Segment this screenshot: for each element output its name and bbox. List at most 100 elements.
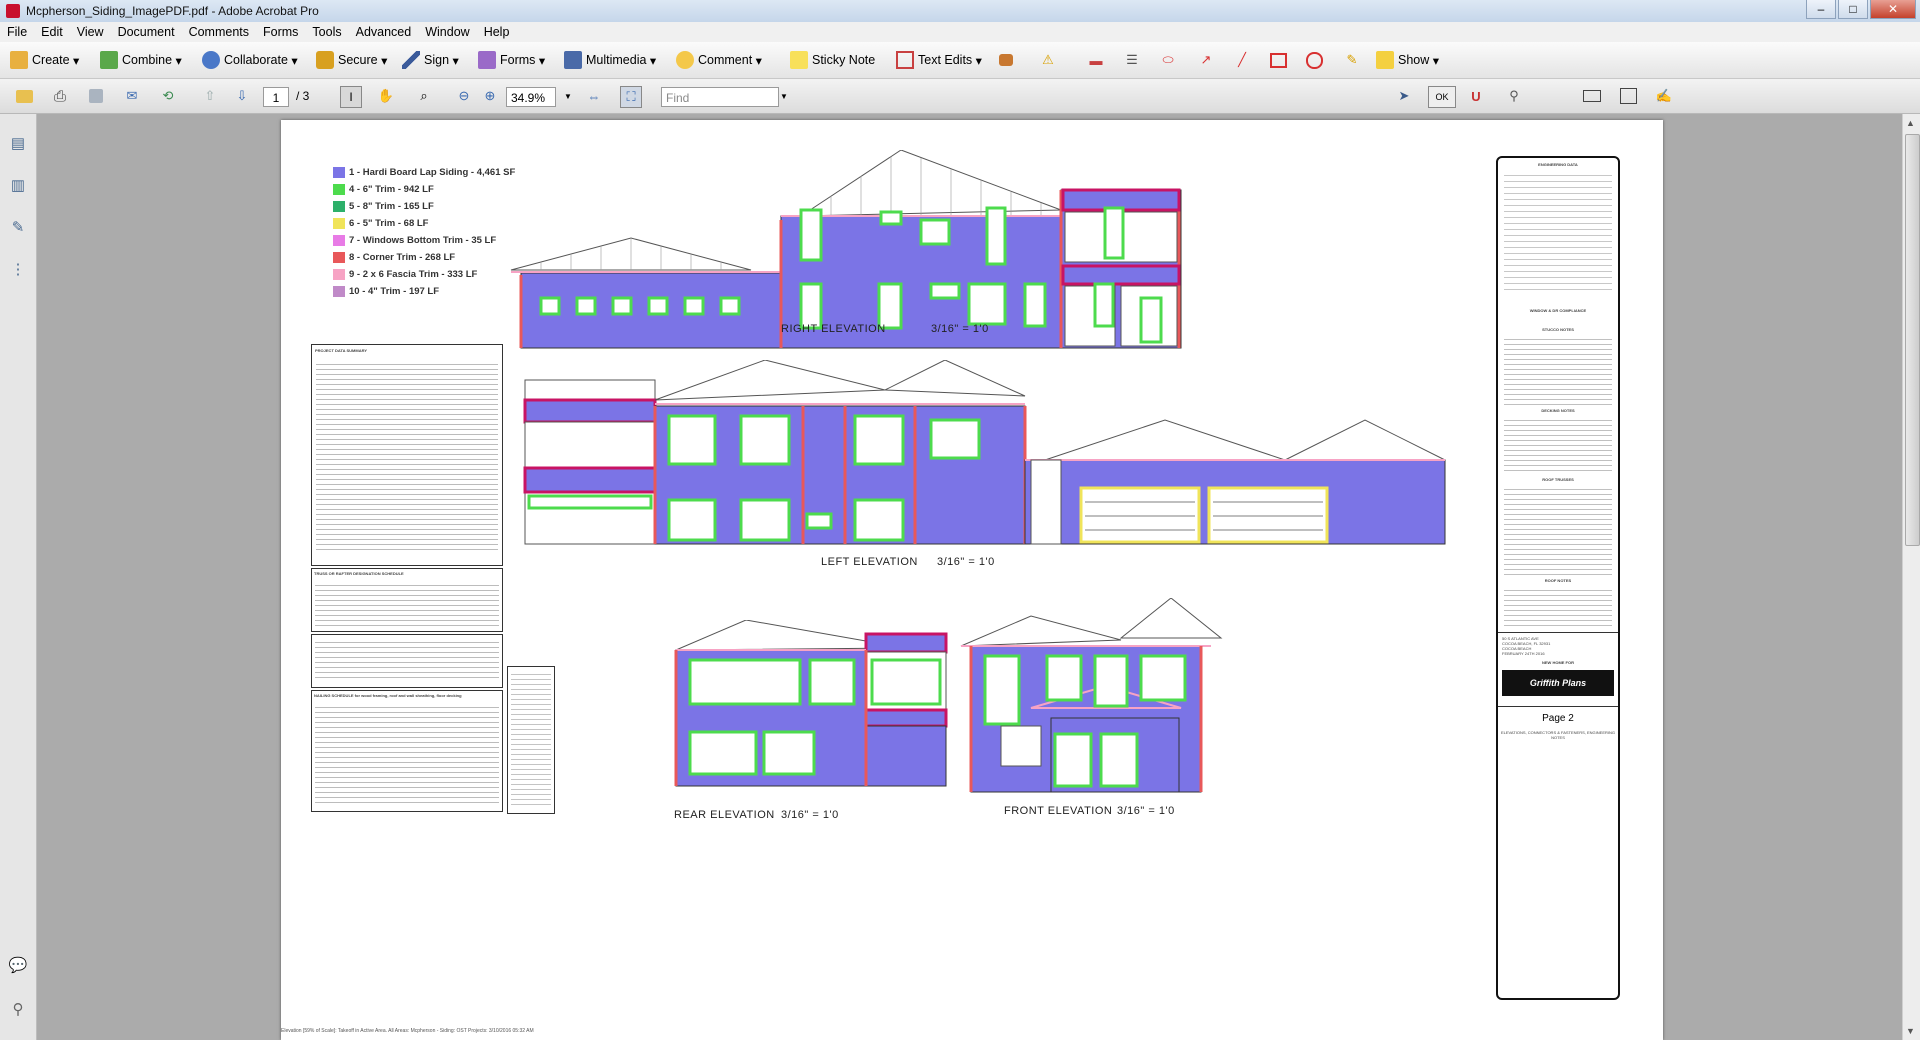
menu-file[interactable]: File <box>0 25 34 39</box>
sheet-description: ELEVATIONS, CONNECTORS & FASTENERS, ENGI… <box>1500 730 1616 740</box>
page-number-label: Page 2 <box>1498 706 1618 724</box>
forms-button[interactable]: Forms ▾ <box>478 50 545 70</box>
text-edits-button[interactable]: Text Edits ▾ <box>896 50 982 70</box>
window-title: Mcpherson_Siding_ImagePDF.pdf - Adobe Ac… <box>26 4 319 18</box>
next-page-icon[interactable]: ⇩ <box>232 86 252 106</box>
stamp-icon[interactable] <box>996 50 1016 70</box>
menu-forms[interactable]: Forms <box>256 25 305 39</box>
text-edits-icon <box>896 51 914 69</box>
sticky-note-button[interactable]: Sticky Note <box>790 50 875 70</box>
comments-panel-icon[interactable]: 💬 <box>8 954 28 976</box>
menu-comments[interactable]: Comments <box>182 25 256 39</box>
magnet-icon[interactable]: U <box>1466 86 1486 106</box>
marquee-zoom-icon[interactable]: ⌕ <box>414 86 434 106</box>
legend-item: 4 - 6" Trim - 942 LF <box>333 181 515 198</box>
scroll-up-icon[interactable]: ▲ <box>1906 118 1915 128</box>
pen-icon <box>402 51 420 69</box>
find-input[interactable]: Find <box>661 87 779 107</box>
comment-button[interactable]: Comment ▾ <box>676 50 762 70</box>
legend-swatch <box>333 218 345 229</box>
combine-button[interactable]: Combine ▾ <box>100 50 182 70</box>
pointer-tool-icon[interactable]: ➤ <box>1394 86 1414 106</box>
hand-tool-icon[interactable]: ✋ <box>376 86 396 106</box>
zoom-dropdown-icon[interactable]: ▼ <box>558 86 578 106</box>
menu-tools[interactable]: Tools <box>305 25 348 39</box>
print-icon[interactable]: ⎙ <box>50 86 70 106</box>
align-icon[interactable]: ☰ <box>1122 50 1142 70</box>
legend-swatch <box>333 269 345 280</box>
legend-swatch <box>333 167 345 178</box>
bookmarks-panel-icon[interactable]: ▥ <box>8 174 28 196</box>
connector-text <box>315 638 499 682</box>
menu-window[interactable]: Window <box>418 25 476 39</box>
connector-notes-box <box>507 666 555 814</box>
title-block: ENGINEERING DATA WINDOW & DR COMPLIANCE … <box>1496 156 1620 1000</box>
open-folder-icon[interactable] <box>14 86 34 106</box>
share-icon[interactable]: ⟲ <box>158 86 178 106</box>
attach-icon[interactable]: ⚠ <box>1038 50 1058 70</box>
menu-edit[interactable]: Edit <box>34 25 70 39</box>
lock-icon <box>316 51 334 69</box>
previous-page-icon[interactable]: ⇧ <box>200 86 220 106</box>
model-tree-icon[interactable]: ⋮ <box>8 258 28 280</box>
page-number-input[interactable]: 1 <box>263 87 289 107</box>
zoom-in-icon[interactable]: ⊕ <box>480 86 500 106</box>
line-icon[interactable]: ╱ <box>1232 50 1252 70</box>
secure-button[interactable]: Secure ▾ <box>316 50 387 70</box>
close-button[interactable]: ✕ <box>1870 0 1916 19</box>
project-date: FEBRUARY 24TH 2016 <box>1502 651 1545 656</box>
select-tool-icon[interactable]: I <box>340 86 362 108</box>
legend-item: 1 - Hardi Board Lap Siding - 4,461 SF <box>333 164 515 181</box>
roof-trusses-heading: ROOF TRUSSES <box>1542 477 1574 482</box>
maximize-button[interactable]: □ <box>1838 0 1868 19</box>
create-icon <box>10 51 28 69</box>
zoom-input[interactable]: 34.9% <box>506 87 556 107</box>
collaborate-button[interactable]: Collaborate ▾ <box>202 50 298 70</box>
comment-icon <box>676 51 694 69</box>
pdf-page: 1 - Hardi Board Lap Siding - 4,461 SF 4 … <box>281 120 1663 1040</box>
menu-advanced[interactable]: Advanced <box>349 25 419 39</box>
rear-elevation-scale: 3/16" = 1'0 <box>781 809 839 821</box>
scrollbar-thumb[interactable] <box>1905 134 1920 546</box>
fit-width-icon[interactable]: ⇔ <box>584 86 604 106</box>
collaborate-icon <box>202 51 220 69</box>
nailing-schedule-box: NAILING SCHEDULE for wood framing, roof … <box>311 690 503 812</box>
pages-panel-icon[interactable]: ▤ <box>8 132 28 154</box>
vertical-scrollbar[interactable]: ▲ ▼ <box>1902 114 1920 1040</box>
nailing-schedule-text <box>315 703 499 807</box>
cloud-icon[interactable]: ⬭ <box>1158 50 1178 70</box>
legend-swatch <box>333 286 345 297</box>
attachments-panel-icon[interactable]: ⚲ <box>8 998 28 1020</box>
form-field-icon[interactable] <box>1582 86 1602 106</box>
truss-schedule-text <box>315 581 499 627</box>
oval-icon[interactable] <box>1304 50 1324 70</box>
fit-page-icon[interactable]: ⛶ <box>620 86 642 108</box>
front-elevation-label: FRONT ELEVATION <box>1004 805 1113 817</box>
menu-help[interactable]: Help <box>477 25 517 39</box>
project-data-box: PROJECT DATA SUMMARY <box>311 344 503 566</box>
edit-form-icon[interactable]: ✍ <box>1654 86 1674 106</box>
nailing-schedule-title: NAILING SCHEDULE for wood framing, roof … <box>314 693 462 698</box>
minimize-button[interactable]: – <box>1806 0 1836 19</box>
layout-icon[interactable] <box>1618 86 1638 106</box>
pencil-icon[interactable]: ✎ <box>1342 50 1362 70</box>
multimedia-button[interactable]: Multimedia ▾ <box>564 50 656 70</box>
sign-button[interactable]: Sign ▾ <box>402 50 459 70</box>
rectangle-icon[interactable] <box>1268 50 1288 70</box>
create-button[interactable]: Create ▾ <box>10 50 79 70</box>
ok-button[interactable]: OK <box>1428 86 1456 108</box>
signatures-panel-icon[interactable]: ✎ <box>8 216 28 238</box>
attach-file-icon[interactable]: ⚲ <box>1504 86 1524 106</box>
arrow-icon[interactable]: ↗ <box>1196 50 1216 70</box>
menu-document[interactable]: Document <box>111 25 182 39</box>
right-elevation-label: RIGHT ELEVATION <box>781 323 886 335</box>
legend-swatch <box>333 201 345 212</box>
highlight-text-icon[interactable]: ▬ <box>1086 50 1106 70</box>
scroll-down-icon[interactable]: ▼ <box>1906 1026 1915 1036</box>
show-button[interactable]: Show ▾ <box>1376 50 1439 70</box>
legend-item: 9 - 2 x 6 Fascia Trim - 333 LF <box>333 266 515 283</box>
email-icon[interactable]: ✉ <box>122 86 142 106</box>
save-icon[interactable] <box>86 86 106 106</box>
zoom-out-icon[interactable]: ⊖ <box>454 86 474 106</box>
menu-view[interactable]: View <box>70 25 111 39</box>
